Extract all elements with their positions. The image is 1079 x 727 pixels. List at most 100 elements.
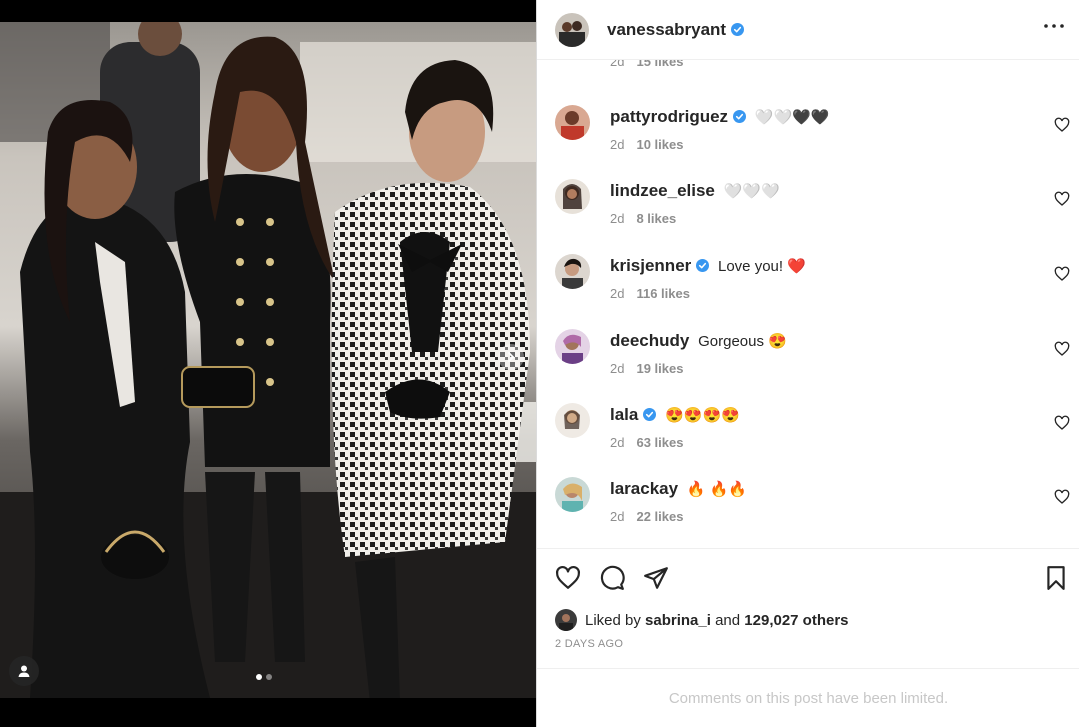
liker-avatar[interactable] xyxy=(555,609,577,631)
liked-by-prefix: Liked by xyxy=(585,611,641,629)
comment-likes[interactable]: 8 likes xyxy=(636,211,676,226)
comment-age: 2d xyxy=(610,286,625,301)
comment-icon[interactable] xyxy=(599,565,625,591)
liked-by-summary: Liked by sabrina_i and 129,027 others xyxy=(555,609,849,631)
commenter-username[interactable]: deechudy xyxy=(610,331,689,350)
comment-age: 2d xyxy=(610,361,625,376)
comment-meta: 2d 22 likes xyxy=(610,509,683,524)
comment-text: 😍😍😍😍 xyxy=(665,407,740,424)
comment-likes[interactable]: 63 likes xyxy=(636,435,683,450)
comment-item: 2d 15 likes xyxy=(537,60,1079,94)
post-date[interactable]: 2 DAYS AGO xyxy=(555,638,623,650)
next-image-button[interactable] xyxy=(498,344,524,370)
carousel-dot xyxy=(256,674,262,680)
comment-text: Love you! ❤️ xyxy=(718,258,806,275)
comment-meta: 2d 63 likes xyxy=(610,435,683,450)
post-photo[interactable] xyxy=(0,22,536,698)
avatar-image xyxy=(555,329,590,364)
comment-like-heart-icon[interactable] xyxy=(1054,415,1070,431)
comment-meta: 2d 15 likes xyxy=(610,60,683,69)
verified-badge-icon xyxy=(643,408,657,421)
post-side-panel: vanessabryant 2d 15 likes pattyrodriguez … xyxy=(536,0,1079,727)
post-actions: Liked by sabrina_i and 129,027 others 2 … xyxy=(537,548,1079,668)
commenter-avatar[interactable] xyxy=(555,477,590,512)
comment-likes[interactable]: 22 likes xyxy=(636,509,683,524)
comment-likes[interactable]: 10 likes xyxy=(636,137,683,152)
comment-line: deechudy Gorgeous 😍 xyxy=(610,331,787,351)
avatar-image xyxy=(555,179,590,214)
comment-line: lindzee_elise 🤍🤍🤍 xyxy=(610,181,780,201)
commenter-username[interactable]: pattyrodriguez xyxy=(610,107,728,126)
commenter-username[interactable]: lala xyxy=(610,405,638,424)
chevron-right-icon xyxy=(508,352,515,362)
comments-limited-text: Comments on this post have been limited. xyxy=(668,689,949,707)
user-tag-icon xyxy=(18,665,30,677)
comment-meta: 2d 10 likes xyxy=(610,137,683,152)
comments-list[interactable]: 2d 15 likes pattyrodriguez 🤍🤍🖤🖤 2d 10 like… xyxy=(537,60,1079,548)
author-avatar[interactable] xyxy=(555,12,589,47)
comment-line: krisjenner Love you! ❤️ xyxy=(610,256,806,276)
photo-illustration xyxy=(0,22,536,698)
bookmark-icon[interactable] xyxy=(1043,565,1069,591)
comment-item: pattyrodriguez 🤍🤍🖤🖤 2d 10 likes xyxy=(537,103,1079,177)
liked-by-and: and xyxy=(715,611,741,629)
author-username[interactable]: vanessabryant xyxy=(607,20,745,40)
avatar-image xyxy=(555,403,590,438)
comment-item: lala 😍😍😍😍 2d 63 likes xyxy=(537,401,1079,475)
commenter-avatar[interactable] xyxy=(555,403,590,438)
comment-line: larackay 🔥 🔥🔥 xyxy=(610,479,747,499)
commenter-avatar[interactable] xyxy=(555,179,590,214)
post-header: vanessabryant xyxy=(537,0,1079,60)
heart-icon[interactable] xyxy=(555,565,581,591)
comment-item: lindzee_elise 🤍🤍🤍 2d 8 likes xyxy=(537,177,1079,251)
comment-like-heart-icon[interactable] xyxy=(1054,117,1070,133)
comment-like-heart-icon[interactable] xyxy=(1054,266,1070,282)
carousel-dot xyxy=(266,674,272,680)
commenter-username[interactable]: larackay xyxy=(610,479,678,498)
comment-meta: 2d 8 likes xyxy=(610,211,676,226)
commenter-avatar[interactable] xyxy=(555,254,590,289)
liked-by-user[interactable]: sabrina_i xyxy=(645,612,711,629)
comment-text: Gorgeous 😍 xyxy=(698,333,787,350)
comment-age: 2d xyxy=(610,60,625,69)
comment-age: 2d xyxy=(610,435,625,450)
comment-meta: 2d 116 likes xyxy=(610,286,690,301)
comment-line: lala 😍😍😍😍 xyxy=(610,405,740,425)
commenter-avatar[interactable] xyxy=(555,329,590,364)
comment-like-heart-icon[interactable] xyxy=(1054,489,1070,505)
avatar-image xyxy=(555,105,590,140)
likes-count[interactable]: 129,027 others xyxy=(744,612,848,629)
comment-line: pattyrodriguez 🤍🤍🖤🖤 xyxy=(610,107,830,127)
send-icon[interactable] xyxy=(643,565,669,591)
commenter-username[interactable]: lindzee_elise xyxy=(610,181,715,200)
comment-item: deechudy Gorgeous 😍 2d 19 likes xyxy=(537,327,1079,401)
comment-like-heart-icon[interactable] xyxy=(1054,191,1070,207)
commenter-username[interactable]: krisjenner xyxy=(610,256,691,275)
avatar-image xyxy=(555,12,589,47)
commenter-avatar[interactable] xyxy=(555,105,590,140)
comment-item: larackay 🔥 🔥🔥 2d 22 likes xyxy=(537,475,1079,548)
verified-badge-icon xyxy=(696,259,710,272)
comment-item: krisjenner Love you! ❤️ 2d 116 likes xyxy=(537,252,1079,326)
verified-badge-icon xyxy=(731,22,745,36)
comment-likes[interactable]: 19 likes xyxy=(636,361,683,376)
comment-likes[interactable]: 116 likes xyxy=(636,286,690,301)
verified-badge-icon xyxy=(733,110,747,123)
comment-age: 2d xyxy=(610,137,625,152)
avatar-image xyxy=(555,477,590,512)
comment-age: 2d xyxy=(610,211,625,226)
avatar-image xyxy=(555,254,590,289)
comment-like-heart-icon[interactable] xyxy=(1054,341,1070,357)
comment-text: 🤍🤍🖤🖤 xyxy=(754,109,830,126)
avatar-image xyxy=(555,609,577,631)
comment-likes[interactable]: 15 likes xyxy=(636,60,683,69)
tagged-users-button[interactable] xyxy=(9,656,39,686)
author-username-text[interactable]: vanessabryant xyxy=(607,20,726,39)
more-options-button[interactable] xyxy=(1042,14,1066,38)
more-horizontal-icon xyxy=(1044,24,1064,28)
comment-meta: 2d 19 likes xyxy=(610,361,683,376)
comment-age: 2d xyxy=(610,509,625,524)
post-media-pane xyxy=(0,0,536,727)
comment-text: 🔥 🔥🔥 xyxy=(686,481,748,498)
comments-limited-notice: Comments on this post have been limited. xyxy=(537,668,1079,727)
